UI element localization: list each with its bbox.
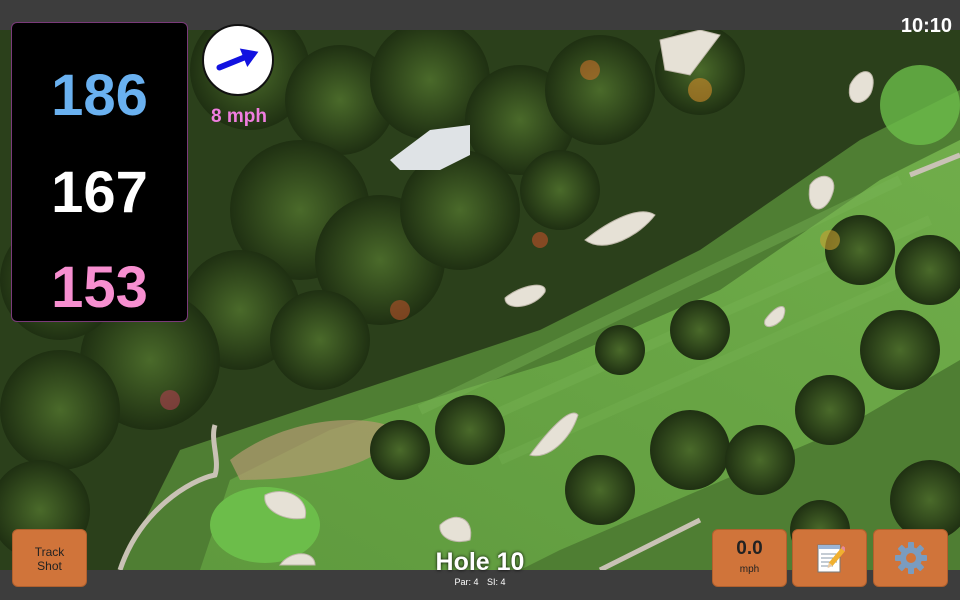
- speed-unit: mph: [739, 564, 760, 575]
- settings-button[interactable]: [873, 529, 948, 587]
- clock: 10:10: [900, 15, 952, 37]
- notes-button[interactable]: [792, 529, 867, 587]
- gear-icon: [894, 542, 927, 574]
- wind-speed: 8 mph: [211, 106, 267, 127]
- distance-panel: 186 167 153: [11, 22, 188, 322]
- speed-value: 0.0: [736, 538, 763, 559]
- distance-back: 186: [51, 63, 148, 128]
- track-shot-button[interactable]: Track Shot: [12, 529, 87, 587]
- hole-title: Hole 10: [435, 548, 525, 576]
- arrow-icon: [216, 48, 259, 71]
- distance-front: 153: [51, 255, 148, 320]
- wind-indicator: [202, 24, 274, 96]
- hole-par: Par: 4: [454, 577, 479, 587]
- track-shot-label: Track Shot: [34, 545, 65, 573]
- hole-si: SI: 4: [487, 577, 506, 587]
- speed-button[interactable]: 0.0 mph: [712, 529, 787, 587]
- distance-middle: 167: [51, 160, 148, 225]
- hole-details: Par: 4 SI: 4: [380, 577, 580, 587]
- notepad-icon: [817, 544, 845, 573]
